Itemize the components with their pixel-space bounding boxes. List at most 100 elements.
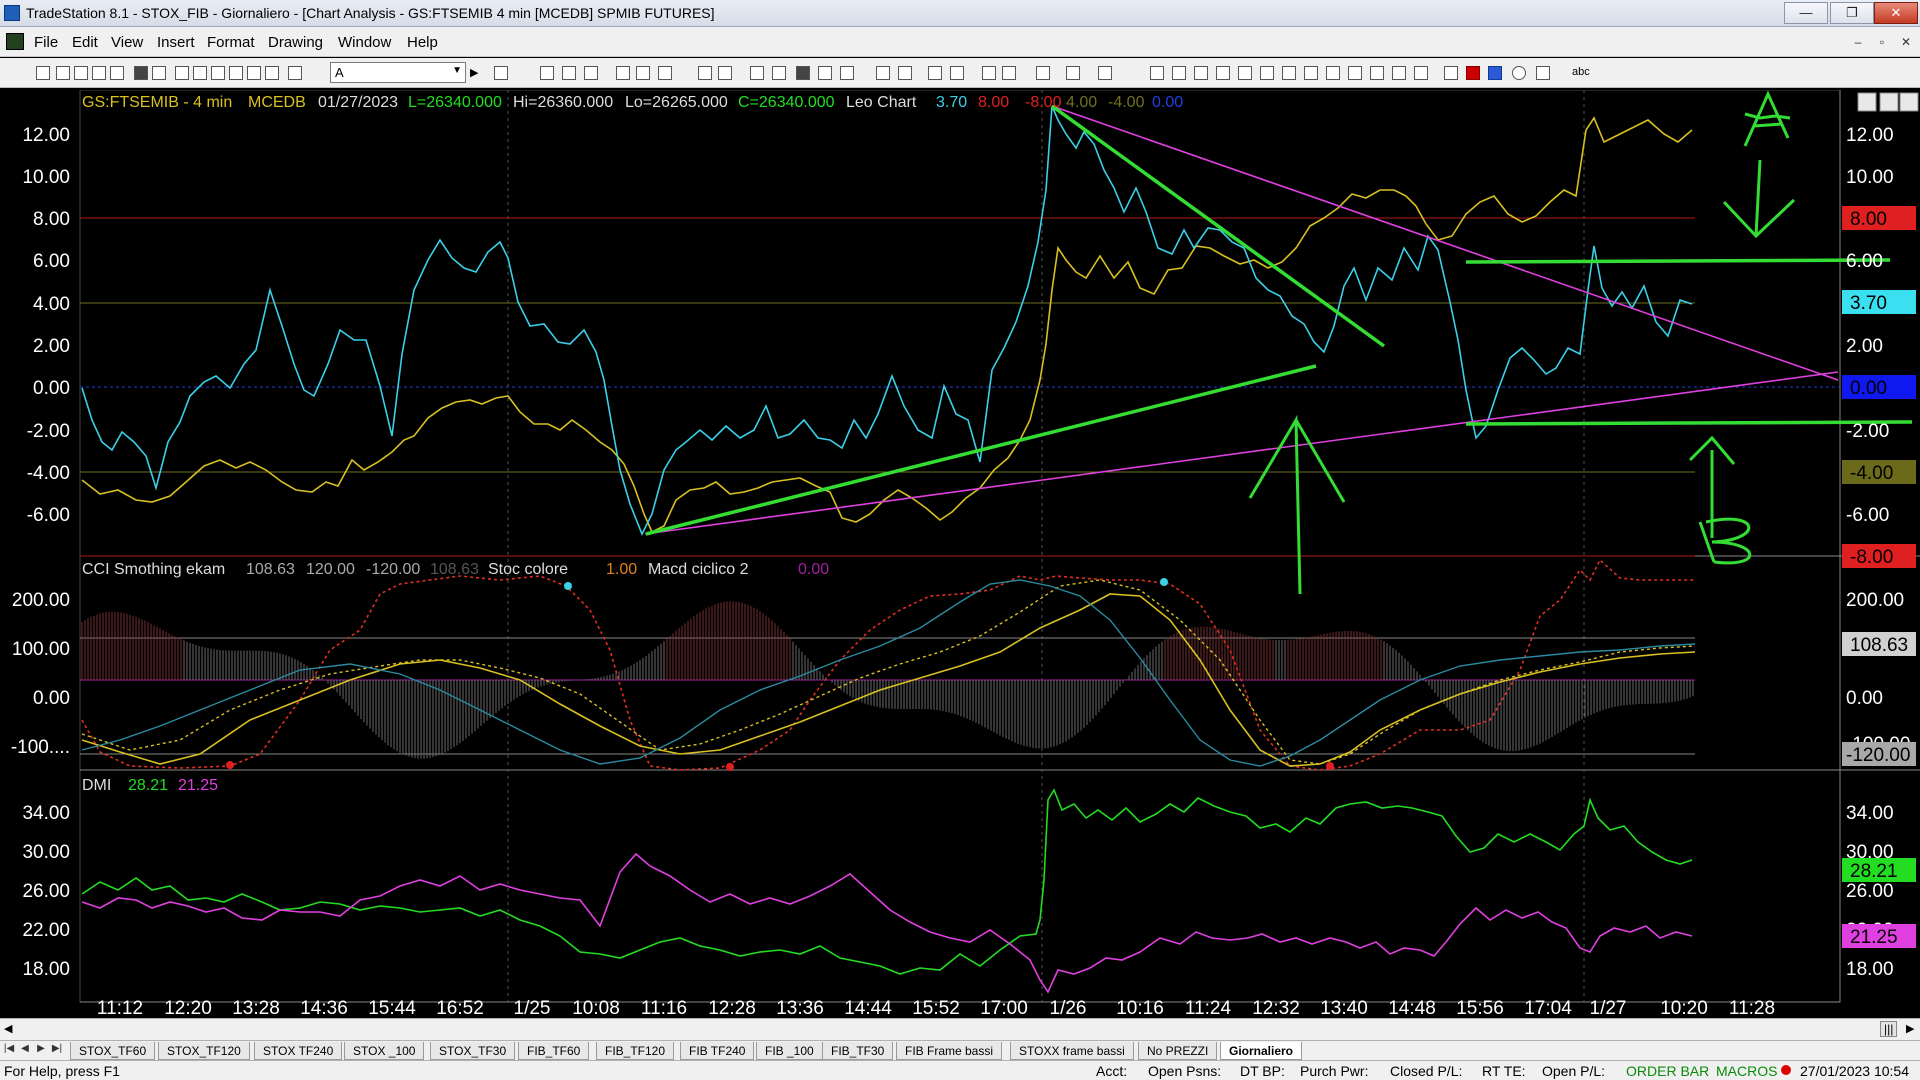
options-icon[interactable] bbox=[247, 66, 261, 80]
tab-first-icon[interactable]: |◀ bbox=[2, 1043, 16, 1058]
tab-fib-tf240[interactable]: FIB TF240 bbox=[680, 1042, 755, 1060]
print-icon[interactable] bbox=[152, 66, 166, 80]
arc-icon[interactable] bbox=[1238, 66, 1252, 80]
candle-icon[interactable] bbox=[818, 66, 832, 80]
speedline-icon[interactable] bbox=[1326, 66, 1340, 80]
crosshair-icon[interactable] bbox=[1002, 66, 1016, 80]
maximize-button[interactable]: ❐ bbox=[1830, 2, 1874, 24]
new-icon[interactable] bbox=[36, 66, 50, 80]
fib-icon[interactable] bbox=[1216, 66, 1230, 80]
search-icon[interactable] bbox=[494, 66, 508, 80]
tab-stox-tf240[interactable]: STOX TF240 bbox=[254, 1042, 343, 1060]
tab-stox-tf30[interactable]: STOX_TF30 bbox=[430, 1042, 516, 1060]
tab-no-prezzi[interactable]: No PREZZI bbox=[1138, 1042, 1218, 1060]
mdi-minimize-button[interactable]: – bbox=[1848, 32, 1868, 52]
tab-stox-tf60[interactable]: STOX_TF60 bbox=[70, 1042, 156, 1060]
macros-button[interactable]: MACROS bbox=[1716, 1063, 1777, 1079]
horizontal-scrollbar[interactable]: ◀ ||| ▶ bbox=[0, 1018, 1920, 1040]
chart-style-icon[interactable] bbox=[796, 66, 810, 80]
scroll-left-icon[interactable] bbox=[876, 66, 890, 80]
chart-window-icon[interactable] bbox=[6, 33, 24, 50]
data-icon[interactable] bbox=[750, 66, 764, 80]
save-icon[interactable] bbox=[134, 66, 148, 80]
workspace-icon[interactable] bbox=[74, 66, 88, 80]
tab-last-icon[interactable]: ▶| bbox=[50, 1043, 64, 1058]
tab-giornaliero[interactable]: Giornaliero bbox=[1220, 1042, 1303, 1060]
chart-icon[interactable] bbox=[193, 66, 207, 80]
tab-fib-tf60[interactable]: FIB_TF60 bbox=[518, 1042, 590, 1060]
rectangle-icon[interactable] bbox=[1536, 66, 1550, 80]
bars2-icon[interactable] bbox=[718, 66, 732, 80]
ray-icon[interactable] bbox=[1260, 66, 1274, 80]
pointer-icon[interactable] bbox=[982, 66, 996, 80]
regression-icon[interactable] bbox=[1370, 66, 1384, 80]
bars-icon[interactable] bbox=[698, 66, 712, 80]
tab-stox-tf120[interactable]: STOX_TF120 bbox=[158, 1042, 250, 1060]
trade-icon[interactable] bbox=[1098, 66, 1112, 80]
format-icon[interactable] bbox=[540, 66, 554, 80]
text-tool[interactable]: abc bbox=[1572, 66, 1590, 78]
symbol-input[interactable]: A ▼ bbox=[330, 62, 466, 83]
vline-icon[interactable] bbox=[1282, 66, 1296, 80]
chart-window-controls[interactable] bbox=[1857, 92, 1919, 112]
tab-next-icon[interactable]: ▶ bbox=[34, 1043, 48, 1058]
scanner-icon[interactable] bbox=[288, 66, 302, 80]
menu-help[interactable]: Help bbox=[407, 34, 438, 51]
radar-icon[interactable] bbox=[229, 66, 243, 80]
data2-icon[interactable] bbox=[772, 66, 786, 80]
tools-icon[interactable] bbox=[1036, 66, 1050, 80]
scroll-right-icon[interactable] bbox=[898, 66, 912, 80]
tab-fib-100[interactable]: FIB _100 bbox=[756, 1042, 823, 1060]
scroll-thumb[interactable]: ||| bbox=[1880, 1021, 1898, 1037]
tradebar-icon[interactable] bbox=[1066, 66, 1080, 80]
gann-icon[interactable] bbox=[1304, 66, 1318, 80]
mdi-close-button[interactable]: ✕ bbox=[1896, 32, 1916, 52]
indicator-icon[interactable] bbox=[616, 66, 630, 80]
window-icon[interactable] bbox=[175, 66, 189, 80]
cycle-icon[interactable] bbox=[1392, 66, 1406, 80]
tab-fib-frame-bassi[interactable]: FIB Frame bassi bbox=[896, 1042, 1003, 1060]
zoom-out-icon[interactable] bbox=[950, 66, 964, 80]
tab-fib-tf120[interactable]: FIB_TF120 bbox=[596, 1042, 675, 1060]
open-icon[interactable] bbox=[56, 66, 70, 80]
menu-window[interactable]: Window bbox=[338, 34, 391, 51]
tab-stoxx-frame-bassi[interactable]: STOXX frame bassi bbox=[1010, 1042, 1134, 1060]
workspace-open-icon[interactable] bbox=[92, 66, 106, 80]
menu-drawing[interactable]: Drawing bbox=[268, 34, 323, 51]
strategy-icon[interactable] bbox=[636, 66, 650, 80]
pen-icon[interactable] bbox=[1414, 66, 1428, 80]
channel-icon[interactable] bbox=[1172, 66, 1186, 80]
arrow-up-icon[interactable] bbox=[1488, 66, 1502, 80]
play-icon[interactable]: ▶ bbox=[470, 66, 478, 79]
scroll-left-arrow-icon[interactable]: ◀ bbox=[4, 1022, 12, 1035]
order-bar-button[interactable]: ORDER BAR bbox=[1626, 1063, 1709, 1079]
tab-stox-100[interactable]: STOX _100 bbox=[344, 1042, 425, 1060]
menu-insert[interactable]: Insert bbox=[157, 34, 195, 51]
arc-draw-icon[interactable] bbox=[1444, 66, 1458, 80]
trendline-icon[interactable] bbox=[1150, 66, 1164, 80]
tab-fib-tf30[interactable]: FIB_TF30 bbox=[822, 1042, 894, 1060]
andrews-icon[interactable] bbox=[1348, 66, 1362, 80]
ellipse-icon[interactable] bbox=[1512, 66, 1526, 80]
scroll-right-arrow-icon[interactable]: ▶ bbox=[1906, 1022, 1914, 1035]
menu-view[interactable]: View bbox=[111, 34, 143, 51]
format2-icon[interactable] bbox=[562, 66, 576, 80]
lock-icon[interactable] bbox=[211, 66, 225, 80]
analysis-icon[interactable] bbox=[658, 66, 672, 80]
chevron-down-icon[interactable]: ▼ bbox=[452, 65, 462, 76]
mdi-restore-button[interactable]: ▫ bbox=[1872, 32, 1892, 52]
close-button[interactable]: ✕ bbox=[1874, 2, 1918, 24]
grid-icon[interactable] bbox=[584, 66, 598, 80]
menu-file[interactable]: File bbox=[34, 34, 58, 51]
volume-icon[interactable] bbox=[840, 66, 854, 80]
zoom-in-icon[interactable] bbox=[928, 66, 942, 80]
minimize-button[interactable]: — bbox=[1784, 2, 1828, 24]
arrow-down-icon[interactable] bbox=[1466, 66, 1480, 80]
chart-canvas[interactable]: GS:FTSEMIB - 4 min MCEDB 01/27/2023 L=26… bbox=[0, 90, 1920, 1025]
menu-format[interactable]: Format bbox=[207, 34, 255, 51]
chart-area[interactable]: GS:FTSEMIB - 4 min MCEDB 01/27/2023 L=26… bbox=[0, 90, 1920, 1025]
tab-prev-icon[interactable]: ◀ bbox=[18, 1043, 32, 1058]
globe-icon[interactable] bbox=[265, 66, 279, 80]
workspace-save-icon[interactable] bbox=[110, 66, 124, 80]
hline-icon[interactable] bbox=[1194, 66, 1208, 80]
